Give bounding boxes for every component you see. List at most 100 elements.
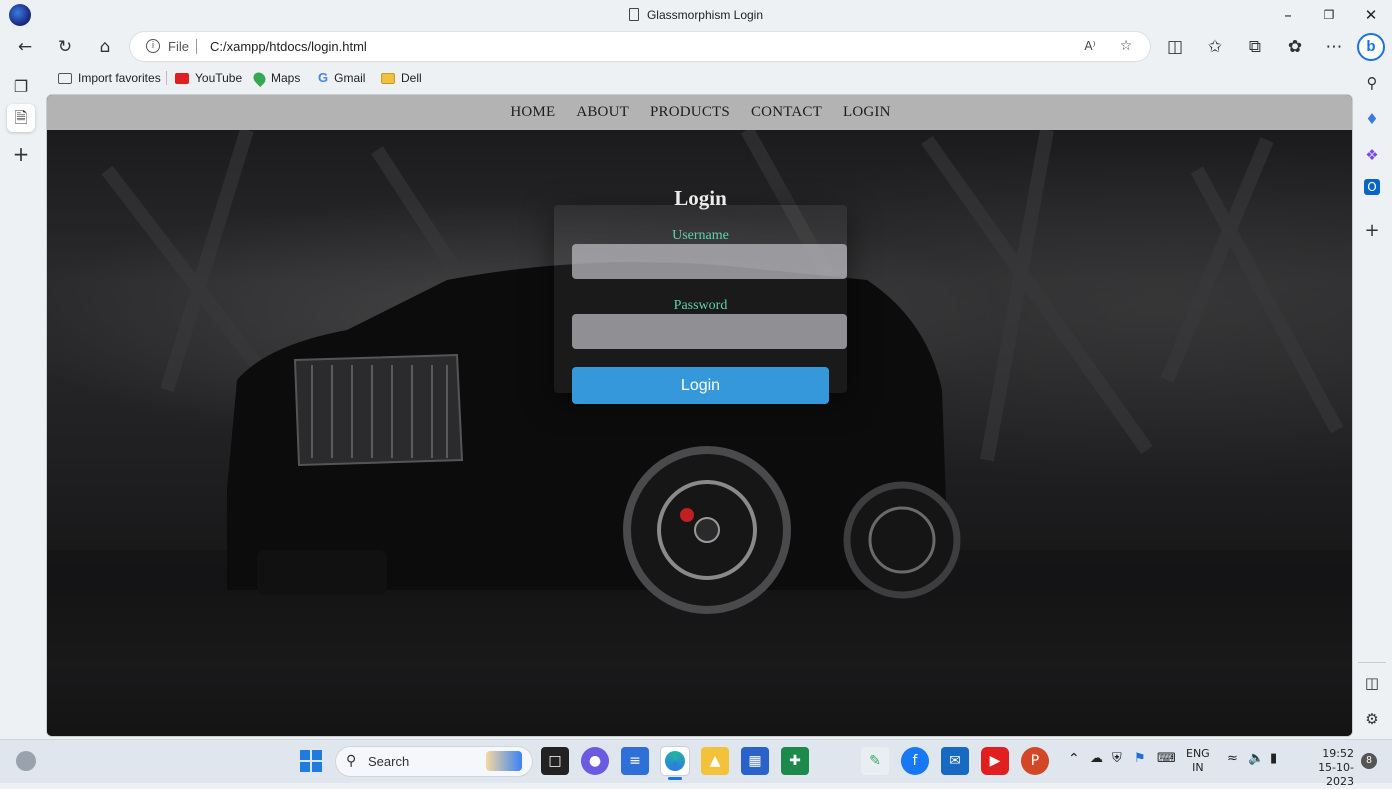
back-arrow-icon[interactable]: ← — [11, 34, 39, 60]
add-sidebar-icon[interactable]: + — [1360, 219, 1384, 243]
clock-time: 19:52 — [1322, 747, 1354, 760]
address-bar[interactable]: i File C:/xampp/htdocs/login.html A⁾ ☆ — [130, 32, 1150, 61]
home-icon[interactable]: ⌂ — [91, 34, 119, 60]
favorite-youtube[interactable]: YouTube — [175, 64, 242, 92]
taskbar-search[interactable]: ⚲ Search — [336, 747, 532, 776]
taskbar — [0, 739, 1392, 783]
favorite-label: Dell — [401, 71, 422, 85]
security-icon[interactable]: ⛨ — [1112, 751, 1122, 766]
search-highlight-icon — [486, 751, 522, 771]
hide-sidebar-icon[interactable]: ◫ — [1360, 671, 1384, 695]
username-input[interactable] — [572, 244, 847, 279]
active-app-indicator — [668, 777, 682, 780]
favorite-label: Maps — [271, 71, 301, 85]
nav-home[interactable]: HOME — [500, 95, 566, 130]
wifi-icon[interactable]: ≈ — [1227, 751, 1238, 766]
shopping-tag-icon[interactable]: ♦ — [1360, 107, 1384, 131]
favorite-label: Gmail — [334, 71, 366, 85]
nav-about[interactable]: ABOUT — [566, 95, 640, 130]
sidebar-divider — [1358, 662, 1386, 663]
tab-actions-icon[interactable]: ❐ — [7, 73, 35, 101]
extensions-icon[interactable]: ✿ — [1281, 34, 1309, 60]
favorites-divider — [166, 71, 167, 85]
keyboard-icon[interactable]: ⌨ — [1157, 751, 1176, 766]
refresh-icon[interactable]: ↻ — [51, 34, 79, 60]
username-label: Username — [672, 228, 729, 243]
start-windows-icon[interactable] — [300, 750, 322, 772]
password-input[interactable] — [572, 314, 847, 349]
region-code: IN — [1192, 761, 1204, 774]
favorite-label: Import favorites — [78, 71, 161, 85]
more-icon[interactable]: ⋯ — [1320, 34, 1348, 60]
maps-pin-icon — [251, 69, 268, 87]
favorite-gmail[interactable]: G Gmail — [318, 64, 365, 92]
window-title-text: Glassmorphism Login — [646, 8, 764, 22]
app-upload-icon[interactable]: ✚ — [781, 747, 809, 775]
favorite-dell[interactable]: Dell — [381, 64, 422, 92]
new-tab-icon[interactable]: + — [7, 140, 35, 168]
minimize-button[interactable]: – — [1266, 0, 1310, 30]
powerpoint-icon[interactable]: P — [1021, 747, 1049, 775]
widgets-icon[interactable] — [16, 751, 36, 771]
nav-contact[interactable]: CONTACT — [740, 95, 832, 130]
nav-login[interactable]: LOGIN — [833, 95, 902, 130]
edge-logo — [665, 751, 685, 771]
defender-icon[interactable]: ⚑ — [1134, 751, 1146, 766]
search-icon: ⚲ — [346, 753, 357, 769]
restore-button[interactable]: ❐ — [1307, 0, 1351, 30]
close-button[interactable]: ✕ — [1349, 0, 1392, 30]
collections-icon[interactable]: ⧉ — [1241, 34, 1269, 60]
image-viewer-icon[interactable]: ✎ — [861, 747, 889, 775]
url-text[interactable]: C:/xampp/htdocs/login.html — [210, 32, 367, 61]
window-title: Glassmorphism Login — [0, 0, 1392, 30]
bing-copilot-icon[interactable]: b — [1357, 33, 1385, 61]
notepad-icon[interactable]: ≡ — [621, 747, 649, 775]
language-indicator[interactable]: ENG IN — [1186, 747, 1210, 775]
page-viewport: HOME ABOUT PRODUCTS CONTACT LOGIN Login … — [46, 94, 1353, 737]
search-icon[interactable]: ⚲ — [1360, 71, 1384, 95]
tray-overflow-icon[interactable]: ⌃ — [1068, 751, 1080, 767]
mail-icon[interactable]: ✉ — [941, 747, 969, 775]
login-button[interactable]: Login — [572, 367, 829, 404]
login-title: Login — [674, 186, 727, 210]
vertical-tab-current[interactable]: 🗎 — [7, 104, 35, 132]
favorites-icon[interactable]: ✩ — [1201, 34, 1229, 60]
notification-badge[interactable]: 8 — [1361, 753, 1377, 769]
file-explorer-icon[interactable]: ▲ — [701, 747, 729, 775]
settings-gear-icon[interactable]: ⚙ — [1360, 707, 1384, 731]
protocol-label: File — [168, 39, 189, 54]
address-separator — [196, 39, 197, 54]
favorite-star-icon[interactable]: ☆ — [1114, 35, 1138, 58]
password-label: Password — [673, 298, 728, 313]
search-label: Search — [368, 754, 410, 769]
favorite-maps[interactable]: Maps — [251, 64, 301, 92]
youtube-icon — [175, 72, 189, 84]
microsoft-store-icon[interactable]: ▦ — [741, 747, 769, 775]
google-icon: G — [318, 70, 329, 85]
split-screen-icon[interactable]: ◫ — [1161, 34, 1189, 60]
outlook-icon[interactable]: O — [1364, 179, 1380, 195]
facebook-icon[interactable]: f — [901, 747, 929, 775]
windows-tile — [300, 750, 310, 760]
clock-date: 15-10-2023 — [1318, 761, 1354, 788]
battery-icon[interactable]: ▮ — [1270, 751, 1277, 766]
nav-products[interactable]: PRODUCTS — [639, 95, 740, 130]
folder-icon — [381, 72, 395, 84]
favorite-import[interactable]: Import favorites — [58, 64, 161, 92]
info-icon[interactable]: i — [146, 39, 160, 53]
read-aloud-icon[interactable]: A⁾ — [1078, 35, 1102, 58]
language-code: ENG — [1186, 747, 1210, 760]
import-icon — [58, 72, 72, 84]
teams-chat-icon[interactable]: ● — [581, 747, 609, 775]
windows-tile — [312, 762, 322, 772]
volume-icon[interactable]: 🔈 — [1248, 751, 1264, 766]
favorite-label: YouTube — [195, 71, 243, 85]
onedrive-icon[interactable]: ☁ — [1090, 751, 1103, 766]
site-navbar: HOME ABOUT PRODUCTS CONTACT LOGIN — [47, 95, 1352, 130]
office-icon[interactable]: ❖ — [1360, 143, 1384, 167]
task-view-icon[interactable]: □ — [541, 747, 569, 775]
windows-tile — [300, 762, 310, 772]
edge-browser-icon[interactable] — [661, 747, 689, 775]
youtube-app-icon[interactable]: ▶ — [981, 747, 1009, 775]
windows-tile — [312, 750, 322, 760]
